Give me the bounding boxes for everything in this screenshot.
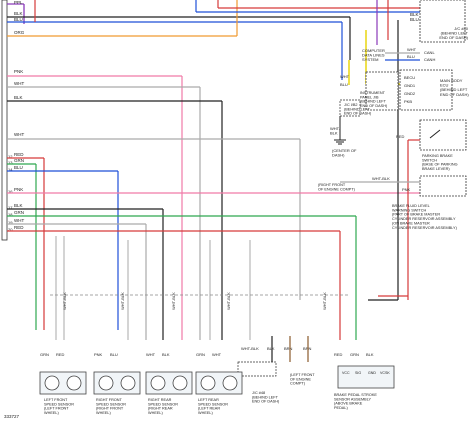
shield-label: WHT-BLK <box>62 292 67 310</box>
pin-color-label: GRN <box>14 158 24 163</box>
jc48-box <box>237 361 277 377</box>
pin-color-label: GRN <box>14 210 24 215</box>
pin-color-label: BLK <box>14 203 23 208</box>
sensor-wire: BLU <box>110 352 118 357</box>
sensor-left-rear: GRN WHT LEFT REAR SPEED SENSOR (LEFT REAR W… <box>195 352 243 415</box>
pin-color-label: WHT <box>14 81 24 86</box>
sensor-name: RIGHT REAR SPEED SENSOR (RIGHT REAR WHEEL) <box>148 398 178 415</box>
sensor-name: RIGHT FRONT SPEED SENSOR (RIGHT FRONT WHEEL… <box>96 398 126 415</box>
parking-brake-wire: RED <box>396 134 405 139</box>
main-body-pin: GND1 <box>404 83 416 88</box>
sensor-name: LEFT FRONT SPEED SENSOR (LEFT FRONT WHEEL) <box>44 398 74 415</box>
cluster-label: INSTRUMENT PANEL J/B (BEHIND LEFT END OF DA… <box>360 91 388 108</box>
shield-label: WHT-BLK <box>171 292 176 310</box>
main-body-pin: GND2 <box>404 91 416 96</box>
ground-left-label: WHT-BLK <box>330 126 341 136</box>
middle-wire-label: BRN <box>303 346 312 351</box>
sensor-wire: BLK <box>162 352 170 357</box>
parking-brake-switch-box <box>419 119 467 151</box>
stroke-sensor-name: BRAKE PEDAL STROKE SENSOR ASSEMBLY (ABOVE … <box>334 393 377 410</box>
middle-wire-label: WHT-BLK <box>241 346 259 351</box>
left-pin-labels: PPL BLK BLU ORG PNK WHT BLK WHT RED GRN … <box>14 0 25 230</box>
shield-label: WHT-BLK <box>226 292 231 310</box>
main-body-label: MAIN BODY ECU (BEHIND LEFT END OF DASH) <box>440 78 469 97</box>
cdl-wire-label-wht: WHT <box>407 47 417 52</box>
wiring-diagram: J/C #40 (BEHIND LEFT END OF DASH) BLK BLU … <box>1 0 469 419</box>
pin-color-label: PNK <box>14 187 23 192</box>
pin-color-label: RED <box>14 225 24 230</box>
canl-pin: CANL <box>424 50 435 55</box>
brake-fluid-wire-pnk: PNK <box>402 187 411 192</box>
pin-color-label: WHT <box>14 132 24 137</box>
pin-color-label: BLK <box>14 95 23 100</box>
sensor-right-front: PNK BLU RIGHT FRONT SPEED SENSOR (RIGHT FR… <box>93 352 141 415</box>
shield-label: WHT-BLK <box>322 292 327 310</box>
cdl-wire-label-blu: BLU <box>407 54 415 59</box>
shield-label: WHT-BLK <box>120 292 125 310</box>
stroke-sensor-pin: SIG <box>355 371 361 375</box>
pin-color-label: WHT <box>14 218 24 223</box>
sensor-name: LEFT REAR SPEED SENSOR (LEFT REAR WHEEL) <box>198 398 228 415</box>
stroke-sensor-wire: GRN <box>350 352 359 357</box>
stroke-sensor-pin: VCSK <box>380 371 390 375</box>
engine-comp-label: (RIGHT FRONT OF ENGINE COMPT) <box>318 183 356 191</box>
middle-wire-label: BLK <box>267 346 275 351</box>
sensor-wire: WHT <box>212 352 222 357</box>
brake-fluid-switch-box <box>419 175 467 197</box>
brake-pedal-stroke-sensor: VCC SIG GND VCSK RED GRN BLK BRAKE PEDAL… <box>334 352 395 410</box>
sensor-wire: WHT <box>146 352 156 357</box>
pin-color-label: RED <box>14 152 24 157</box>
sensor-wire: GRN <box>196 352 205 357</box>
sensor-wire: PNK <box>94 352 103 357</box>
engine-ground-label: (LEFT FRONT OF ENGINE COMPT) <box>290 373 315 386</box>
canh-pin: CANH <box>424 57 435 62</box>
pin-color-label: BLU <box>14 165 23 170</box>
stroke-sensor-wire: RED <box>334 352 343 357</box>
pin-color-label: PPL <box>14 0 23 5</box>
brake-fluid-label: BRAKE FLUID LEVEL WARNING SWITCH (PART OF … <box>392 204 458 230</box>
middle-wire-label: BRN <box>284 346 293 351</box>
sensor-right-rear: WHT BLK RIGHT REAR SPEED SENSOR (RIGHT REA… <box>145 352 193 415</box>
pin-color-label: BLK <box>14 11 23 16</box>
top-wire-label-blu: BLU <box>410 17 419 22</box>
figure-id: 333727 <box>4 414 20 419</box>
main-body-pin: PKB <box>404 99 412 104</box>
sensor-wire: GRN <box>40 352 49 357</box>
computer-data-lines-label: COMPUTER DATA LINES SYSTEM <box>362 48 385 62</box>
left-connector-bar <box>1 0 8 241</box>
pin-color-label: ORG <box>14 30 25 35</box>
parking-brake-label: PARKING BRAKE SWITCH (BASE OF PARKING BRAKE… <box>422 154 458 171</box>
pin-color-label: PNK <box>14 69 23 74</box>
stroke-sensor-pin: GND <box>368 371 376 375</box>
ground-symbol-icon <box>334 139 346 145</box>
jc48-label: J/C #48 (BEHIND LEFT END OF DASH) <box>252 391 280 404</box>
ground-center-label: (CENTER OF DASH) <box>332 148 357 158</box>
stroke-sensor-pin: VCC <box>342 371 350 375</box>
pin-color-label: BLU <box>14 17 23 22</box>
stroke-sensor-wire: BLK <box>366 352 374 357</box>
brake-fluid-wire-wht-blk: WHT-BLK <box>372 176 390 181</box>
sensor-wire: RED <box>56 352 65 357</box>
main-body-pin: BECU <box>404 75 415 80</box>
cluster-wire-blu: BLU <box>340 82 348 87</box>
sensor-left-front: GRN RED LEFT FRONT SPEED SENSOR (LEFT FRON… <box>39 352 87 415</box>
cluster-wire-wht: WHT <box>340 74 350 79</box>
